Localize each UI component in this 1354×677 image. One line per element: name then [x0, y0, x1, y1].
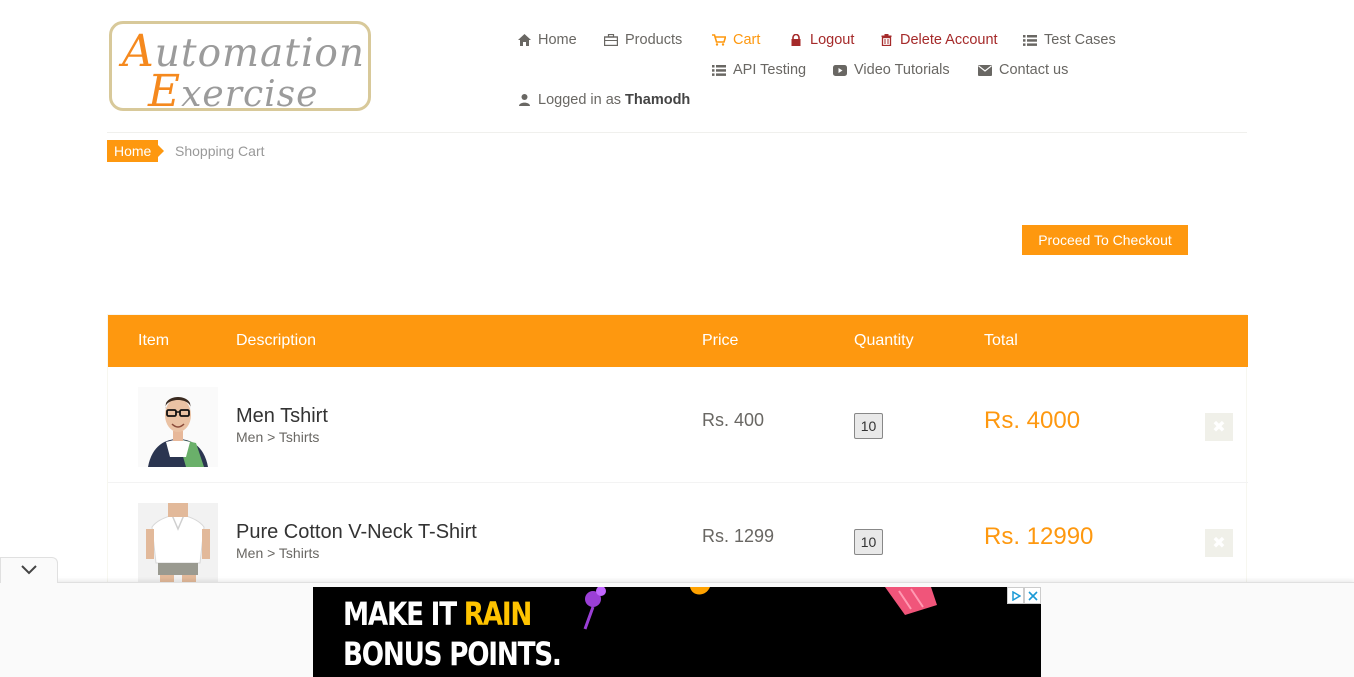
- suitcase-graphic: [885, 587, 937, 615]
- breadcrumb-current: Shopping Cart: [175, 143, 265, 159]
- header-price: Price: [702, 332, 739, 349]
- product-quantity: 10: [854, 529, 883, 555]
- table-row: Men Tshirt Men > Tshirts Rs. 400 10 Rs. …: [108, 367, 1248, 483]
- user-icon: [517, 93, 531, 107]
- close-icon: ✖: [1212, 419, 1226, 436]
- product-price: Rs. 1299: [702, 526, 775, 546]
- product-quantity: 10: [854, 413, 883, 439]
- nav-products[interactable]: Products: [604, 32, 682, 48]
- cart-table: Item Description Price Quantity Total Me…: [107, 314, 1248, 614]
- list-icon: [1023, 33, 1037, 47]
- list-icon: [712, 63, 726, 77]
- proceed-to-checkout-button[interactable]: Proceed To Checkout: [1022, 225, 1188, 255]
- nav-cart[interactable]: Cart: [712, 32, 760, 48]
- product-total: Rs. 12990: [984, 523, 1094, 550]
- table-header: Item Description Price Quantity Total: [108, 315, 1248, 367]
- youtube-play-icon: [833, 63, 847, 77]
- header-quantity: Quantity: [854, 332, 914, 349]
- chevron-down-icon: [21, 562, 37, 580]
- nav-test-cases[interactable]: Test Cases: [1023, 32, 1116, 48]
- product-image[interactable]: [138, 387, 218, 467]
- logged-in-user: Logged in as Thamodh: [517, 92, 690, 108]
- ad-headline-2: BONUS POINTS.: [343, 635, 562, 673]
- product-total: Rs. 4000: [984, 407, 1081, 434]
- close-icon: ✖: [1212, 535, 1226, 552]
- sunglasses-graphic: [583, 587, 606, 630]
- header-item: Item: [138, 332, 170, 349]
- advertisement[interactable]: MAKE IT RAIN BONUS POINTS.: [313, 587, 1041, 677]
- ad-choices[interactable]: [1007, 587, 1041, 604]
- briefcase-icon: [604, 33, 618, 47]
- trash-icon: [879, 33, 893, 47]
- ad-close-icon[interactable]: [1024, 587, 1041, 604]
- ad-collapse-button[interactable]: [0, 557, 58, 583]
- header-description: Description: [236, 332, 317, 349]
- ad-headline-1: MAKE IT RAIN: [343, 595, 532, 633]
- nav-home[interactable]: Home: [517, 32, 577, 48]
- lock-icon: [789, 33, 803, 47]
- site-logo[interactable]: Automation Exercise: [109, 21, 371, 111]
- coin-graphic: [690, 587, 710, 595]
- product-name[interactable]: Pure Cotton V-Neck T-Shirt: [236, 521, 477, 544]
- remove-item-button[interactable]: ✖: [1205, 413, 1233, 441]
- product-category: Men > Tshirts: [236, 545, 320, 561]
- nav-video-tutorials[interactable]: Video Tutorials: [833, 62, 950, 78]
- cart-icon: [712, 33, 726, 47]
- logo-line-2: Exercise: [148, 66, 319, 111]
- product-category: Men > Tshirts: [236, 429, 320, 445]
- nav-logout[interactable]: Logout: [789, 32, 854, 48]
- remove-item-button[interactable]: ✖: [1205, 529, 1233, 557]
- ad-info-icon[interactable]: [1007, 587, 1024, 604]
- header-total: Total: [984, 332, 1018, 349]
- nav-contact-us[interactable]: Contact us: [978, 62, 1068, 78]
- product-price: Rs. 400: [702, 410, 765, 430]
- home-icon: [517, 33, 531, 47]
- envelope-icon: [978, 63, 992, 77]
- username: Thamodh: [625, 92, 691, 108]
- nav-delete-account[interactable]: Delete Account: [879, 32, 998, 48]
- product-name[interactable]: Men Tshirt: [236, 405, 328, 428]
- header-divider: [107, 132, 1247, 133]
- product-image[interactable]: [138, 503, 218, 583]
- nav-api-testing[interactable]: API Testing: [712, 62, 806, 78]
- breadcrumb-home[interactable]: Home: [107, 140, 165, 162]
